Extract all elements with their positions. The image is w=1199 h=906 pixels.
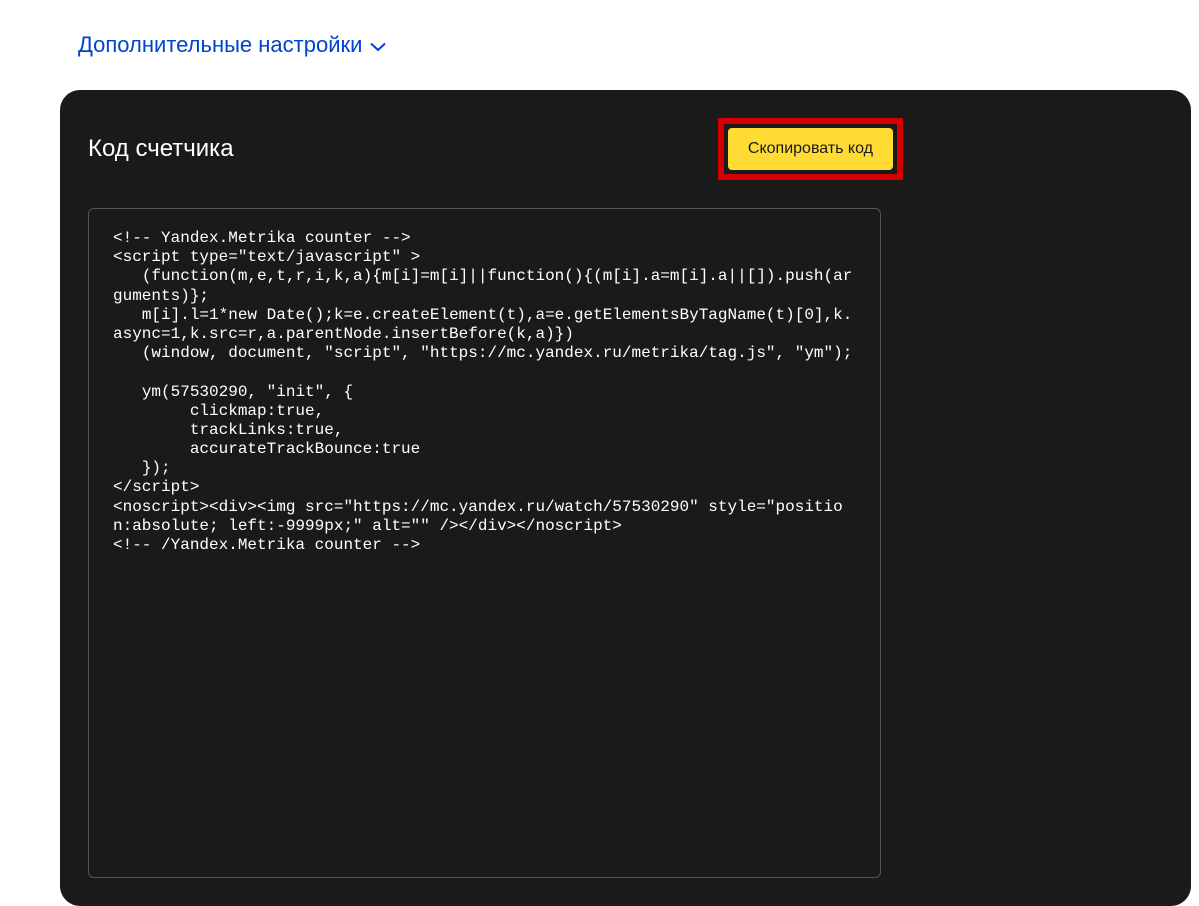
additional-settings-label: Дополнительные настройки [78, 32, 362, 58]
copy-code-button[interactable]: Скопировать код [728, 128, 893, 170]
counter-code-content: <!-- Yandex.Metrika counter --> <script … [113, 229, 860, 555]
code-box[interactable]: <!-- Yandex.Metrika counter --> <script … [88, 208, 881, 878]
code-panel: Код счетчика Скопировать код <!-- Yandex… [60, 90, 1191, 906]
additional-settings-toggle[interactable]: Дополнительные настройки [0, 0, 1199, 90]
copy-button-highlight: Скопировать код [718, 118, 903, 180]
code-header: Код счетчика Скопировать код [88, 118, 1163, 180]
code-panel-title: Код счетчика [88, 135, 234, 163]
chevron-down-icon [370, 32, 386, 58]
